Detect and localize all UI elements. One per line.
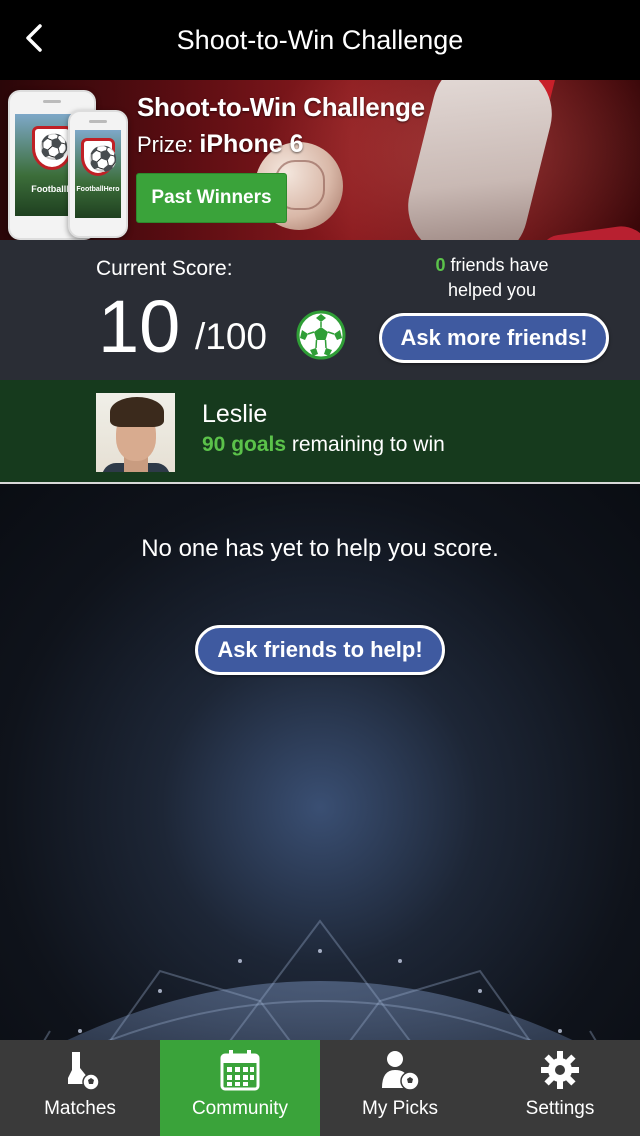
helpers-list-area: No one has yet to help you score. Ask fr… [0,486,640,1040]
tab-label: Settings [525,1098,595,1119]
page-title: Shoot-to-Win Challenge [176,24,464,55]
tab-label: Community [191,1098,289,1119]
user-ball-icon [382,1051,420,1091]
past-winners-button[interactable]: Past Winners [136,173,287,223]
footballhero-logo-icon [81,138,118,176]
friends-helped-text: 0 friends have helped you [435,255,549,300]
player-row: Leslie 90 goals remaining to win [0,380,640,484]
friends-count: 0 [435,255,446,275]
prize-label: Prize: [137,132,194,157]
player-name: Leslie [202,400,268,428]
current-score-label: Current Score: [96,257,233,280]
phone-brand-text: FootballHero [76,186,120,193]
nav-bar: Shoot-to-Win Challenge [0,0,640,80]
ask-friends-help-button[interactable]: Ask friends to help! [195,625,445,675]
score-total: /100 [195,316,268,357]
goals-count: 90 goals [202,433,287,456]
back-button[interactable] [14,18,54,58]
tab-bar: Matches Community My Picks Settings [0,1040,640,1136]
goals-remaining-text: 90 goals remaining to win [202,433,445,456]
chevron-left-icon [26,24,42,52]
tab-matches[interactable]: Matches [0,1040,160,1136]
avatar [96,393,175,472]
tab-community[interactable]: Community [160,1040,320,1136]
score-panel: Current Score: 10 /100 0 friends have he… [0,240,640,380]
empty-state-message: No one has yet to help you score. [141,535,499,562]
challenge-title: Shoot-to-Win Challenge [137,92,425,122]
tab-label: Matches [44,1098,116,1119]
prize-phone-image: FootballHero [68,110,128,238]
stadium-roof-image [43,919,597,1040]
tab-settings[interactable]: Settings [480,1040,640,1136]
challenge-banner: FootballH FootballHero Shoot-to-Win Chal… [0,80,640,240]
tab-label: My Picks [362,1098,438,1119]
gear-icon [541,1051,579,1089]
current-score-value: 10 [98,285,181,368]
cleat-ball-icon [68,1052,100,1091]
calendar-icon [220,1050,260,1091]
ask-more-friends-button[interactable]: Ask more friends! [379,313,609,363]
footballhero-logo-icon [32,126,72,170]
prize-value: iPhone 6 [199,130,304,158]
prize-line: Prize: iPhone 6 [137,130,304,159]
tab-my-picks[interactable]: My Picks [320,1040,480,1136]
soccer-ball-icon [296,310,346,360]
